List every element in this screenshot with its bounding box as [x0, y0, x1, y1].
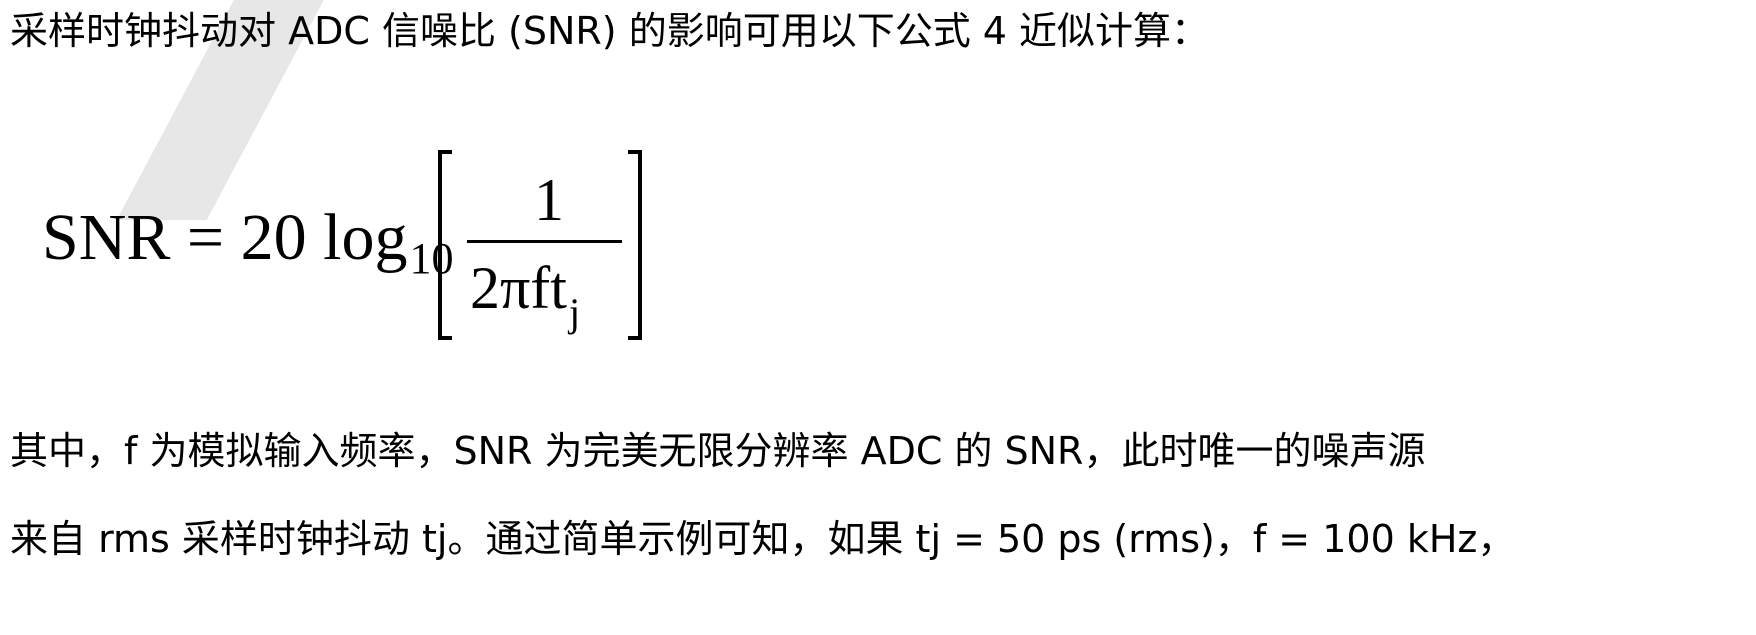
formula-denominator-subscript: j: [568, 290, 581, 335]
formula-lhs: SNR = 20 log10: [42, 205, 453, 281]
formula-snr-20log: SNR = 20 log: [42, 201, 408, 274]
formula-denominator-main: 2πft: [470, 255, 567, 321]
formula-denominator: 2πftj: [470, 255, 580, 333]
formula-fraction-bar: [467, 240, 622, 243]
explanation-line-2: 来自 rms 采样时钟抖动 tj。通过简单示例可知，如果 tj = 50 ps …: [10, 517, 1516, 561]
formula-numerator: 1: [534, 167, 564, 233]
formula-left-bracket: [438, 150, 452, 340]
explanation-line-1: 其中，f 为模拟输入频率，SNR 为完美无限分辨率 ADC 的 SNR，此时唯一…: [10, 429, 1426, 473]
intro-text: 采样时钟抖动对 ADC 信噪比 (SNR) 的影响可用以下公式 4 近似计算：: [10, 9, 1210, 53]
snr-formula: SNR = 20 log10 1 2πftj: [42, 150, 722, 360]
formula-right-bracket: [628, 150, 642, 340]
